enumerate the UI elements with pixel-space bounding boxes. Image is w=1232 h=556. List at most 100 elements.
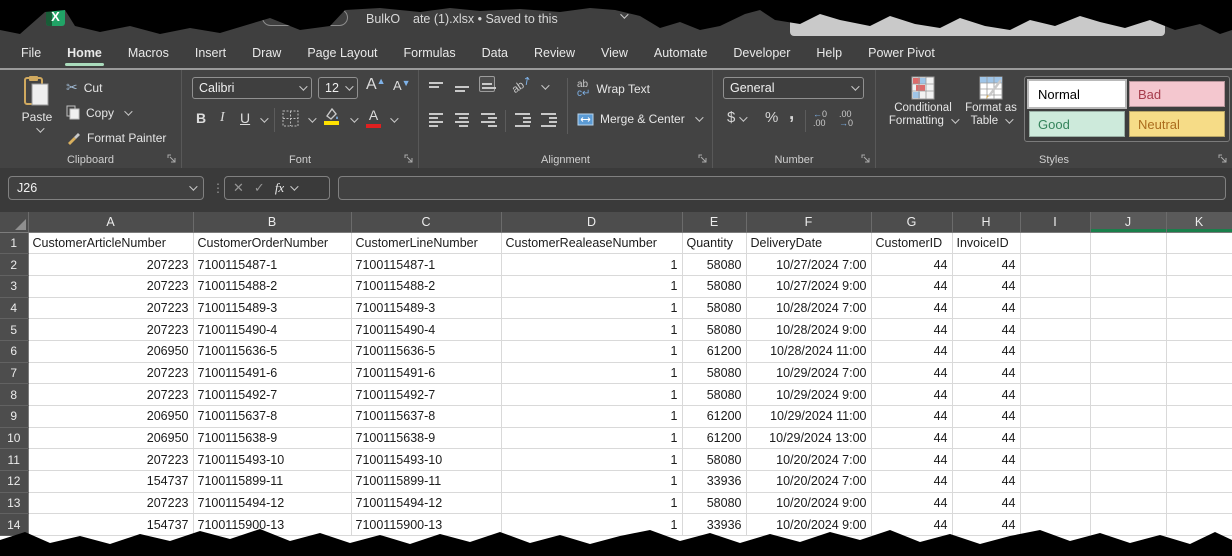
cell-J1[interactable] <box>1090 232 1166 254</box>
cell-H4[interactable]: 44 <box>952 297 1020 319</box>
paste-button[interactable]: Paste <box>14 75 60 153</box>
cell-G8[interactable]: 44 <box>871 384 952 406</box>
cell-F14[interactable]: 10/20/2024 9:00 <box>746 514 871 536</box>
row-header-7[interactable]: 7 <box>0 362 28 384</box>
cell-G2[interactable]: 44 <box>871 254 952 276</box>
cell-A6[interactable]: 206950 <box>28 340 193 362</box>
tab-review[interactable]: Review <box>521 40 588 68</box>
cell-E3[interactable]: 58080 <box>682 275 746 297</box>
cell-A3[interactable]: 207223 <box>28 275 193 297</box>
chevron-down-icon[interactable] <box>290 182 298 190</box>
cell-K7[interactable] <box>1166 362 1232 384</box>
insert-function-button[interactable]: fx <box>275 180 284 196</box>
cell-I5[interactable] <box>1020 319 1090 341</box>
font-color-button[interactable]: A <box>366 107 381 128</box>
column-header-E[interactable]: E <box>682 212 746 232</box>
cell-I2[interactable] <box>1020 254 1090 276</box>
cell-G5[interactable]: 44 <box>871 319 952 341</box>
comma-format-button[interactable]: , <box>789 103 794 125</box>
cell-H7[interactable]: 44 <box>952 362 1020 384</box>
cell-J14[interactable] <box>1090 514 1166 536</box>
tab-automate[interactable]: Automate <box>641 40 721 68</box>
cell-D8[interactable]: 1 <box>501 384 682 406</box>
cell-H6[interactable]: 44 <box>952 340 1020 362</box>
cell-A12[interactable]: 154737 <box>28 471 193 493</box>
cell-A14[interactable]: 154737 <box>28 514 193 536</box>
cell-J6[interactable] <box>1090 340 1166 362</box>
cell-D1[interactable]: CustomerRealeaseNumber <box>501 232 682 254</box>
row-header-10[interactable]: 10 <box>0 427 28 449</box>
cell-G6[interactable]: 44 <box>871 340 952 362</box>
cell-B1[interactable]: CustomerOrderNumber <box>193 232 351 254</box>
cell-D7[interactable]: 1 <box>501 362 682 384</box>
row-header-6[interactable]: 6 <box>0 340 28 362</box>
cell-E11[interactable]: 58080 <box>682 449 746 471</box>
cell-G3[interactable]: 44 <box>871 275 952 297</box>
cell-style-normal[interactable]: Normal <box>1029 81 1125 107</box>
row-header-8[interactable]: 8 <box>0 384 28 406</box>
column-header-A[interactable]: A <box>28 212 193 232</box>
cell-E10[interactable]: 61200 <box>682 427 746 449</box>
cell-E4[interactable]: 58080 <box>682 297 746 319</box>
row-header-2[interactable]: 2 <box>0 254 28 276</box>
cell-C3[interactable]: 7100115488-2 <box>351 275 501 297</box>
cell-F5[interactable]: 10/28/2024 9:00 <box>746 319 871 341</box>
cell-E12[interactable]: 33936 <box>682 471 746 493</box>
font-name-combo[interactable]: Calibri <box>192 77 312 99</box>
cell-J8[interactable] <box>1090 384 1166 406</box>
cell-I6[interactable] <box>1020 340 1090 362</box>
cell-D11[interactable]: 1 <box>501 449 682 471</box>
cell-D9[interactable]: 1 <box>501 406 682 428</box>
cell-D12[interactable]: 1 <box>501 471 682 493</box>
row-header-12[interactable]: 12 <box>0 471 28 493</box>
row-header-14[interactable]: 14 <box>0 514 28 536</box>
cell-I11[interactable] <box>1020 449 1090 471</box>
cell-H1[interactable]: InvoiceID <box>952 232 1020 254</box>
cell-H12[interactable]: 44 <box>952 471 1020 493</box>
chevron-down-icon[interactable] <box>350 114 358 122</box>
cell-B3[interactable]: 7100115488-2 <box>193 275 351 297</box>
align-top-icon[interactable] <box>429 79 445 95</box>
tab-formulas[interactable]: Formulas <box>391 40 469 68</box>
row-header-3[interactable]: 3 <box>0 275 28 297</box>
format-as-table-button[interactable]: Format asTable <box>962 76 1020 128</box>
cell-H2[interactable]: 44 <box>952 254 1020 276</box>
cell-H14[interactable]: 44 <box>952 514 1020 536</box>
cell-C1[interactable]: CustomerLineNumber <box>351 232 501 254</box>
formula-input[interactable] <box>338 176 1226 200</box>
cell-I4[interactable] <box>1020 297 1090 319</box>
cell-D14[interactable]: 1 <box>501 514 682 536</box>
column-header-H[interactable]: H <box>952 212 1020 232</box>
cell-H13[interactable]: 44 <box>952 492 1020 514</box>
cancel-icon[interactable]: ✕ <box>233 180 244 196</box>
cell-F9[interactable]: 10/29/2024 11:00 <box>746 406 871 428</box>
row-header-9[interactable]: 9 <box>0 406 28 428</box>
cell-G14[interactable]: 44 <box>871 514 952 536</box>
cell-B12[interactable]: 7100115899-11 <box>193 471 351 493</box>
cell-J10[interactable] <box>1090 427 1166 449</box>
align-middle-icon[interactable] <box>455 79 471 95</box>
row-header-4[interactable]: 4 <box>0 297 28 319</box>
cell-C14[interactable]: 7100115900-13 <box>351 514 501 536</box>
chevron-down-icon[interactable] <box>260 114 268 122</box>
cell-H8[interactable]: 44 <box>952 384 1020 406</box>
cell-G4[interactable]: 44 <box>871 297 952 319</box>
cell-K1[interactable] <box>1166 232 1232 254</box>
percent-format-button[interactable]: % <box>765 109 778 126</box>
borders-button[interactable] <box>282 110 299 127</box>
cell-B11[interactable]: 7100115493-10 <box>193 449 351 471</box>
cell-G11[interactable]: 44 <box>871 449 952 471</box>
cell-J13[interactable] <box>1090 492 1166 514</box>
merge-center-button[interactable]: Merge & Center <box>577 112 701 126</box>
cell-D10[interactable]: 1 <box>501 427 682 449</box>
cell-G10[interactable]: 44 <box>871 427 952 449</box>
cell-C12[interactable]: 7100115899-11 <box>351 471 501 493</box>
cell-K12[interactable] <box>1166 471 1232 493</box>
cell-K13[interactable] <box>1166 492 1232 514</box>
fill-color-button[interactable] <box>324 108 340 125</box>
font-size-combo[interactable]: 12 <box>318 77 358 99</box>
cell-A13[interactable]: 207223 <box>28 492 193 514</box>
cell-B8[interactable]: 7100115492-7 <box>193 384 351 406</box>
chevron-down-icon[interactable] <box>541 81 549 89</box>
cell-J12[interactable] <box>1090 471 1166 493</box>
